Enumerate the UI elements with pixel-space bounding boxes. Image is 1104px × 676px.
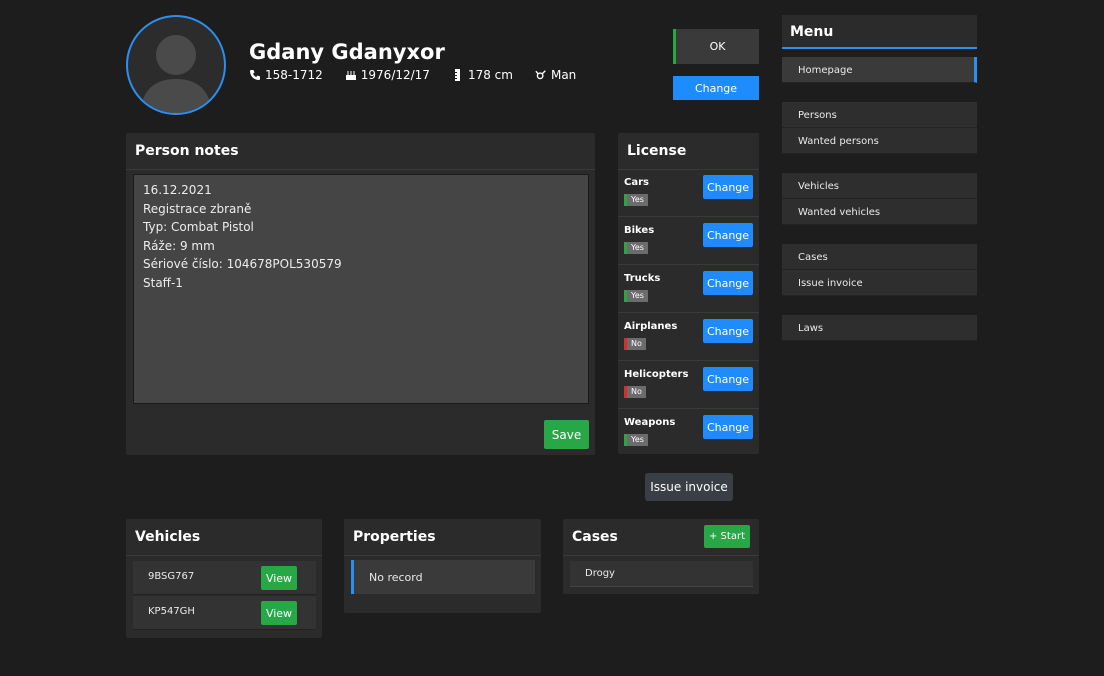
person-notes-title: Person notes: [126, 133, 595, 170]
issue-invoice-button[interactable]: Issue invoice: [645, 473, 733, 501]
height-info: 178 cm: [452, 68, 513, 82]
vehicle-plate: 9BSG767: [148, 571, 195, 582]
menu-item-persons[interactable]: Persons: [782, 102, 977, 128]
person-info-row: 158-1712 1976/12/17 178 cm Man: [249, 68, 576, 82]
properties-panel: Properties No record: [344, 519, 541, 613]
start-case-button[interactable]: + Start: [704, 525, 750, 548]
license-name: Bikes: [624, 225, 655, 236]
license-name: Airplanes: [624, 321, 678, 332]
sidebar-menu: Menu Homepage Persons Wanted persons Veh…: [782, 15, 977, 341]
license-status-badge: Yes: [624, 434, 648, 446]
save-notes-button[interactable]: Save: [544, 420, 589, 449]
license-change-button[interactable]: Change: [703, 175, 753, 199]
no-record-item: No record: [351, 560, 535, 594]
menu-item-issue-invoice[interactable]: Issue invoice: [782, 270, 977, 296]
license-name: Weapons: [624, 417, 676, 428]
vehicle-row: KP547GH View: [133, 596, 316, 630]
menu-title: Menu: [782, 15, 977, 49]
license-title: License: [618, 133, 759, 170]
license-name: Helicopters: [624, 369, 689, 380]
license-change-button[interactable]: Change: [703, 319, 753, 343]
menu-item-laws[interactable]: Laws: [782, 315, 977, 341]
vehicle-row: 9BSG767 View: [133, 561, 316, 595]
ruler-icon: [454, 69, 460, 81]
license-row-trucks: Trucks Yes Change: [618, 265, 759, 313]
avatar: [126, 15, 226, 115]
phone-info: 158-1712: [249, 68, 323, 82]
license-status-badge: No: [624, 338, 646, 350]
license-row-bikes: Bikes Yes Change: [618, 217, 759, 265]
license-change-button[interactable]: Change: [703, 415, 753, 439]
license-row-cars: Cars Yes Change: [618, 169, 759, 217]
license-status-badge: Yes: [624, 194, 648, 206]
license-status-badge: Yes: [624, 290, 648, 302]
license-row-airplanes: Airplanes No Change: [618, 313, 759, 361]
height-value: 178 cm: [467, 68, 513, 82]
menu-item-cases[interactable]: Cases: [782, 244, 977, 270]
license-row-helicopters: Helicopters No Change: [618, 361, 759, 409]
menu-item-vehicles[interactable]: Vehicles: [782, 173, 977, 199]
change-person-button[interactable]: Change: [673, 76, 759, 100]
license-change-button[interactable]: Change: [703, 223, 753, 247]
person-notes-panel: Person notes 16.12.2021 Registrace zbran…: [126, 133, 595, 455]
vehicles-panel: Vehicles 9BSG767 View KP547GH View: [126, 519, 322, 638]
menu-item-homepage[interactable]: Homepage: [782, 57, 977, 83]
license-name: Trucks: [624, 273, 661, 284]
license-status-badge: No: [624, 386, 646, 398]
person-notes-textarea[interactable]: 16.12.2021 Registrace zbraně Typ: Combat…: [133, 174, 589, 404]
license-name: Cars: [624, 177, 649, 188]
license-row-weapons: Weapons Yes Change: [618, 409, 759, 457]
gender-value: Man: [550, 68, 577, 82]
license-change-button[interactable]: Change: [703, 271, 753, 295]
properties-title: Properties: [344, 519, 541, 556]
birthday-cake-icon: [345, 71, 356, 80]
license-change-button[interactable]: Change: [703, 367, 753, 391]
license-status-badge: Yes: [624, 242, 648, 254]
menu-item-wanted-persons[interactable]: Wanted persons: [782, 128, 977, 154]
view-vehicle-button[interactable]: View: [261, 601, 297, 625]
menu-item-wanted-vehicles[interactable]: Wanted vehicles: [782, 199, 977, 225]
birthdate-value: 1976/12/17: [360, 68, 430, 82]
phone-icon: [250, 70, 260, 80]
vehicles-title: Vehicles: [126, 519, 322, 556]
phone-value: 158-1712: [265, 68, 323, 82]
person-name: Gdany Gdanyxor: [249, 40, 445, 64]
gender-info: Man: [535, 68, 576, 82]
view-vehicle-button[interactable]: View: [261, 566, 297, 590]
license-panel: License Cars Yes Change Bikes Yes Change…: [618, 133, 759, 454]
birthdate-info: 1976/12/17: [345, 68, 430, 82]
cases-panel: Cases + Start Drogy: [563, 519, 759, 594]
vehicle-plate: KP547GH: [148, 606, 195, 617]
case-item[interactable]: Drogy: [570, 561, 753, 587]
ok-button[interactable]: OK: [673, 29, 759, 64]
gender-icon: [535, 70, 546, 80]
avatar-placeholder-icon: [140, 35, 212, 113]
